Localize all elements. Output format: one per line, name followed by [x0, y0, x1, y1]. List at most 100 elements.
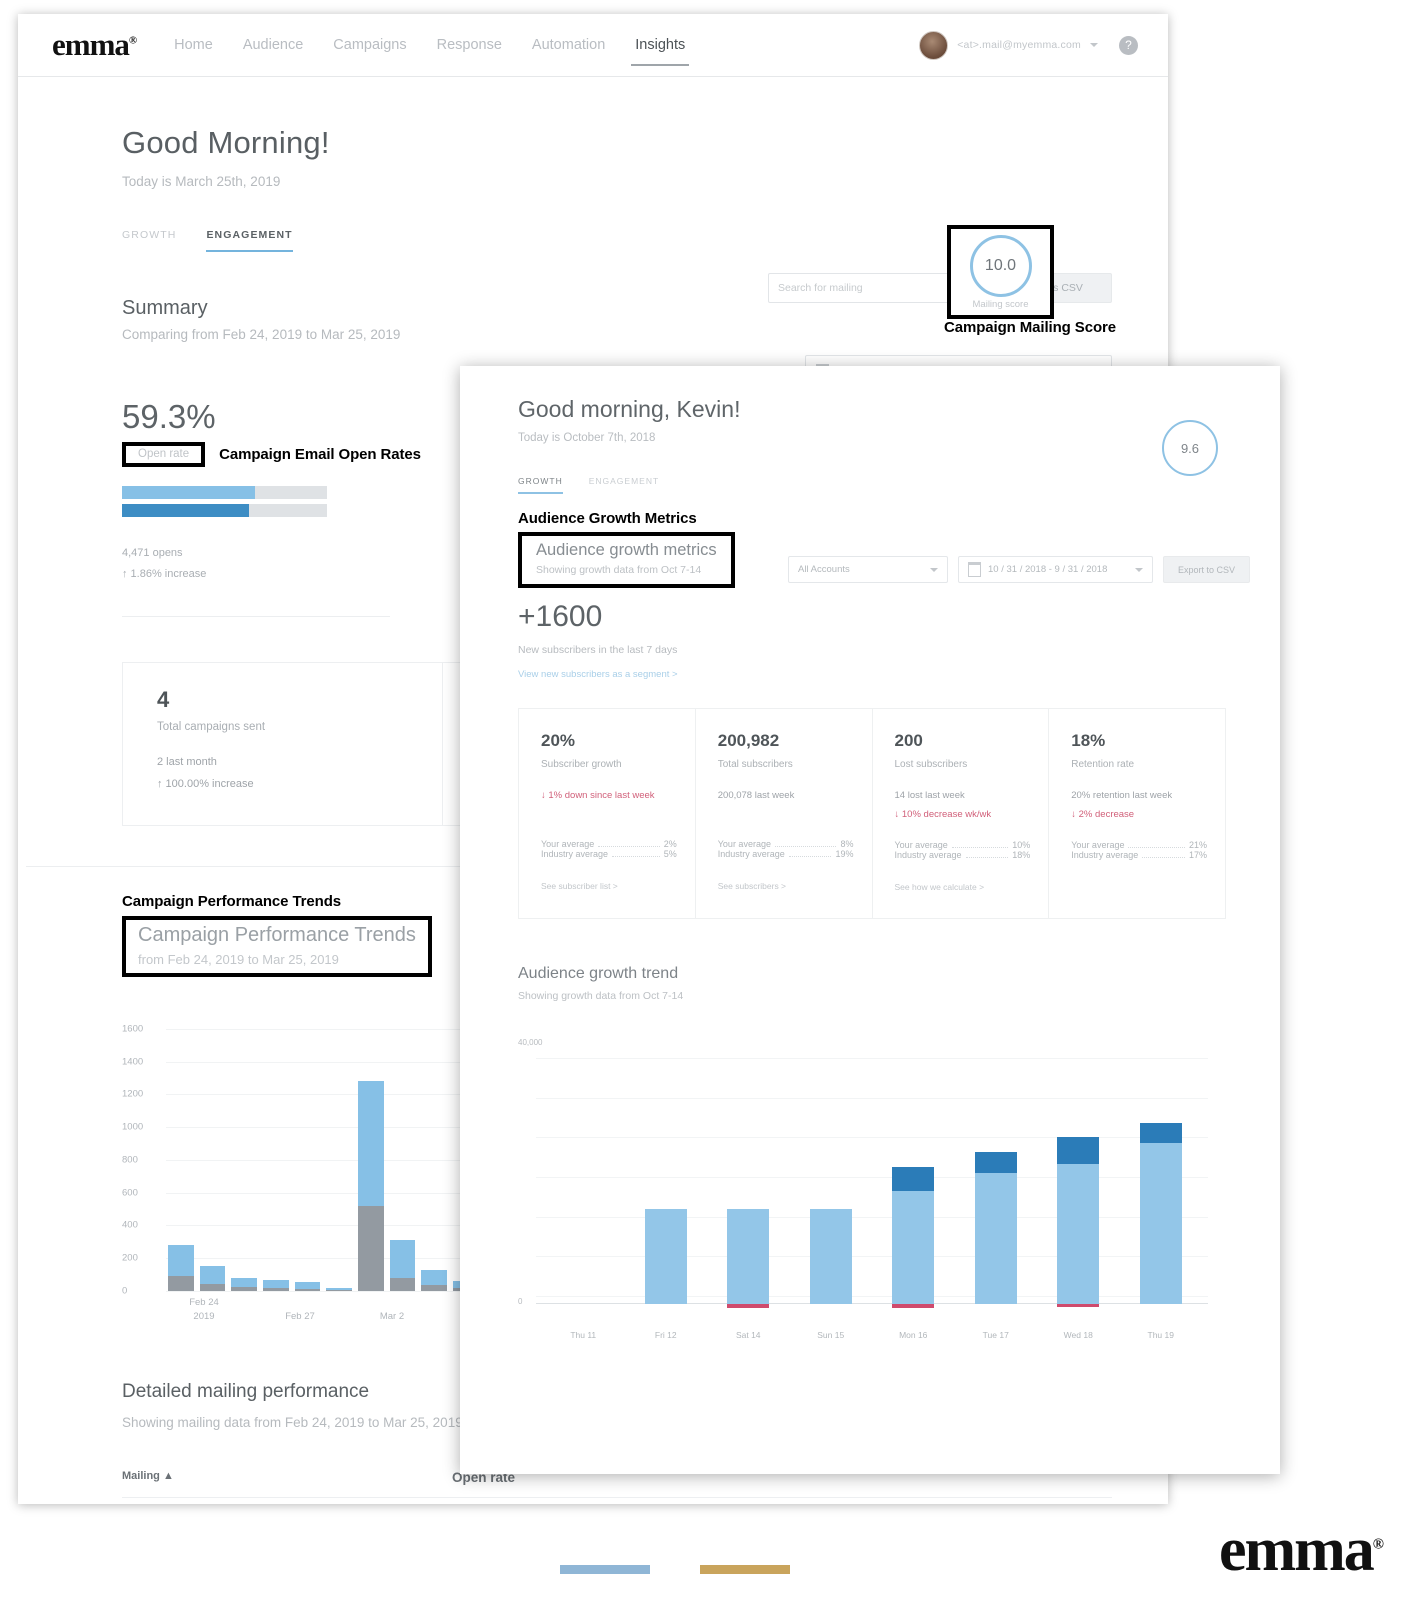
chart1-bar[interactable] — [294, 1282, 321, 1291]
mailing-score-label: Mailing score — [972, 298, 1029, 310]
account-select[interactable]: All Accounts — [788, 556, 948, 583]
chart1-xtick: Mar 2 — [379, 1310, 405, 1322]
front-export-csv-button[interactable]: Export to CSV — [1163, 556, 1250, 583]
card-value: 20% — [541, 731, 576, 750]
chart1-ytick: 1400 — [122, 1056, 144, 1068]
chevron-down-icon[interactable] — [1090, 43, 1098, 47]
nav-item-campaigns[interactable]: Campaigns — [333, 14, 406, 76]
chart2-xtick: Sat 14 — [735, 1330, 761, 1340]
account-menu[interactable]: <at>.mail@myemma.com ? — [919, 30, 1138, 60]
chart2-bar[interactable] — [892, 1167, 935, 1309]
question-icon[interactable]: ? — [1119, 35, 1138, 55]
your-average-value: 2% — [663, 839, 677, 849]
front-date-range-value: 10 / 31 / 2018 - 9 / 31 / 2018 — [988, 564, 1108, 575]
chart2-xtick: Sun 15 — [817, 1330, 845, 1340]
chart1-ytick: 1600 — [122, 1023, 144, 1035]
strip-swatch-blue — [560, 1565, 650, 1574]
bottom-strip — [560, 1565, 790, 1574]
chart1-bar[interactable] — [326, 1288, 353, 1291]
toolbar: Search for mailing Export as CSV — [768, 273, 1112, 303]
chart2-ybottom-label: 0 — [518, 1297, 523, 1306]
card-value: 18% — [1071, 731, 1106, 750]
emma-logo[interactable]: emma® — [52, 27, 137, 63]
trends-subtitle: from Feb 24, 2019 to Mar 25, 2019 — [138, 951, 339, 967]
trend-subtitle: Showing growth data from Oct 7-14 — [518, 990, 684, 1002]
audience-growth-metrics-header: Audience growth metrics Showing growth d… — [518, 532, 735, 588]
chart1-bar[interactable] — [389, 1240, 416, 1291]
chart1-bar[interactable] — [421, 1270, 448, 1291]
industry-average-label: Industry average — [541, 849, 609, 859]
your-average-label: Your average — [717, 839, 771, 849]
card-total-campaigns: 4 Total campaigns sent 2 last month ↑ 10… — [123, 662, 443, 825]
your-average-value: 21% — [1188, 840, 1207, 850]
chart1-ytick: 400 — [122, 1219, 138, 1231]
front-tab-engagement[interactable]: ENGAGEMENT — [589, 476, 659, 494]
chart2-bar[interactable] — [974, 1152, 1017, 1304]
nav-item-insights[interactable]: Insights — [631, 14, 690, 76]
today-date: Today is March 25th, 2019 — [122, 174, 281, 189]
front-today-date: Today is October 7th, 2018 — [518, 432, 656, 444]
chart2-xtick: Wed 18 — [1063, 1330, 1093, 1340]
nav-item-audience[interactable]: Audience — [243, 14, 303, 76]
chart2-ytop-label: 40,000 — [518, 1038, 543, 1047]
strip-swatch-gold — [700, 1565, 790, 1574]
nav-item-home[interactable]: Home — [174, 14, 213, 76]
audience-growth-window: Good morning, Kevin! Today is October 7t… — [460, 366, 1280, 1474]
search-placeholder: Search for mailing — [778, 282, 863, 294]
card-note-secondary: ↓ 10% decrease wk/wk — [894, 809, 992, 820]
tab-growth[interactable]: GROWTH — [122, 229, 176, 252]
front-page-title: Good morning, Kevin! — [518, 396, 741, 422]
view-segment-link[interactable]: View new subscribers as a segment > — [518, 669, 1250, 680]
chart2-bar[interactable] — [727, 1208, 770, 1309]
card-subscriber-growth: 20% Subscriber growth ↓ 1% down since la… — [519, 709, 696, 918]
card-last: 2 last month — [157, 755, 217, 768]
industry-average-label: Industry average — [894, 850, 962, 860]
front-date-range-picker[interactable]: 10 / 31 / 2018 - 9 / 31 / 2018 — [958, 556, 1153, 583]
industry-average-value: 5% — [663, 849, 677, 859]
card-note: 20% retention last week — [1071, 790, 1173, 801]
chart1-ytick: 1000 — [122, 1121, 144, 1133]
chart1-bar[interactable] — [263, 1279, 289, 1291]
chart1-bar[interactable] — [231, 1278, 258, 1291]
chart1-ytick: 1200 — [122, 1088, 144, 1100]
tab-engagement[interactable]: ENGAGEMENT — [206, 229, 293, 252]
account-select-value: All Accounts — [798, 564, 850, 575]
search-input[interactable]: Search for mailing — [768, 273, 973, 303]
trends-title: Campaign Performance Trends — [138, 923, 416, 946]
chart2-bar[interactable] — [1057, 1137, 1100, 1307]
card-delta: ↑ 100.00% increase — [157, 777, 254, 790]
chart2-xtick: Thu 19 — [1147, 1330, 1174, 1340]
table-header: Mailing ▲ Open rate — [122, 1470, 1112, 1498]
chart1-bar[interactable] — [358, 1081, 384, 1291]
card-note: 14 lost last week — [894, 790, 965, 801]
front-tab-growth[interactable]: GROWTH — [518, 476, 563, 494]
growth-metrics-subtitle: Showing growth data from Oct 7-14 — [536, 564, 702, 576]
column-mailing[interactable]: Mailing ▲ — [122, 1470, 452, 1485]
chart2-plot — [542, 1058, 1202, 1309]
calendar-icon — [968, 562, 981, 577]
card-more-link[interactable]: See subscriber list > — [541, 881, 677, 891]
chart2-bar[interactable] — [1139, 1122, 1182, 1304]
front-toolbar: All Accounts 10 / 31 / 2018 - 9 / 31 / 2… — [788, 556, 1250, 583]
annotation-audience-growth: Audience Growth Metrics — [518, 510, 697, 527]
chart1-xtick: Feb 27 — [285, 1310, 315, 1322]
card-more-link[interactable]: See subscribers > — [718, 881, 854, 891]
table-row[interactable]: ABW Issue 231 3/2/2019 Sent on Saturday,… — [122, 1498, 1112, 1504]
audience-growth-chart: 40,000 0 Thu 11 Fri 12 Sat 14 Sun 15 Mon 16 T… — [508, 1038, 1208, 1350]
chevron-down-icon[interactable] — [930, 567, 938, 572]
growth-metric-cards: 20% Subscriber growth ↓ 1% down since la… — [518, 708, 1226, 919]
card-more-link[interactable]: See how we calculate > — [895, 882, 1031, 892]
trend-title: Audience growth trend — [518, 965, 679, 982]
chart1-bar[interactable] — [199, 1265, 226, 1291]
avatar — [919, 30, 949, 60]
your-average-label: Your average — [541, 839, 595, 849]
card-label: Subscriber growth — [541, 759, 622, 770]
chart2-bar[interactable] — [644, 1208, 687, 1304]
chart2-bar[interactable] — [809, 1208, 852, 1304]
nav-item-automation[interactable]: Automation — [532, 14, 605, 76]
chart1-xtick: Feb 24 2019 — [189, 1297, 219, 1322]
growth-page: Good morning, Kevin! Today is October 7t… — [460, 366, 1280, 1350]
chevron-down-icon[interactable] — [1135, 567, 1143, 572]
nav-item-response[interactable]: Response — [437, 14, 502, 76]
chart1-bar[interactable] — [168, 1245, 194, 1291]
